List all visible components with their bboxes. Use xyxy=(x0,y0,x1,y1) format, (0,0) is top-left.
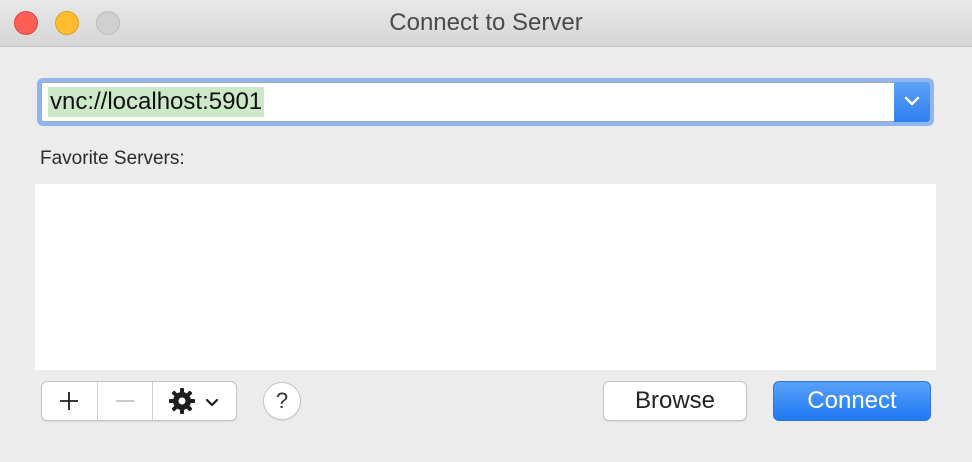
add-favorite-button[interactable] xyxy=(42,382,98,420)
favorite-servers-label: Favorite Servers: xyxy=(40,148,185,169)
server-address-field[interactable]: vnc://localhost:5901 xyxy=(41,82,930,122)
connect-button[interactable]: Connect xyxy=(773,381,931,421)
remove-favorite-button xyxy=(98,382,153,420)
title-bar[interactable]: Connect to Server xyxy=(0,0,972,47)
favorite-servers-list[interactable] xyxy=(35,184,936,370)
window-title: Connect to Server xyxy=(389,9,583,36)
plus-icon xyxy=(60,392,78,410)
recent-servers-dropdown-button[interactable] xyxy=(894,82,930,122)
favorites-segmented-control xyxy=(41,381,237,421)
chevron-down-icon xyxy=(205,398,219,407)
browse-button[interactable]: Browse xyxy=(603,381,747,421)
action-menu-button[interactable] xyxy=(153,382,236,420)
connect-to-server-window: Connect to Server vnc://localhost:5901 F… xyxy=(0,0,972,462)
server-address-combobox[interactable]: vnc://localhost:5901 xyxy=(37,78,934,126)
server-address-input[interactable]: vnc://localhost:5901 xyxy=(48,87,265,117)
minus-icon xyxy=(116,400,134,402)
gear-icon xyxy=(169,388,195,414)
help-button[interactable]: ? xyxy=(263,382,301,420)
chevron-down-icon xyxy=(904,96,920,106)
